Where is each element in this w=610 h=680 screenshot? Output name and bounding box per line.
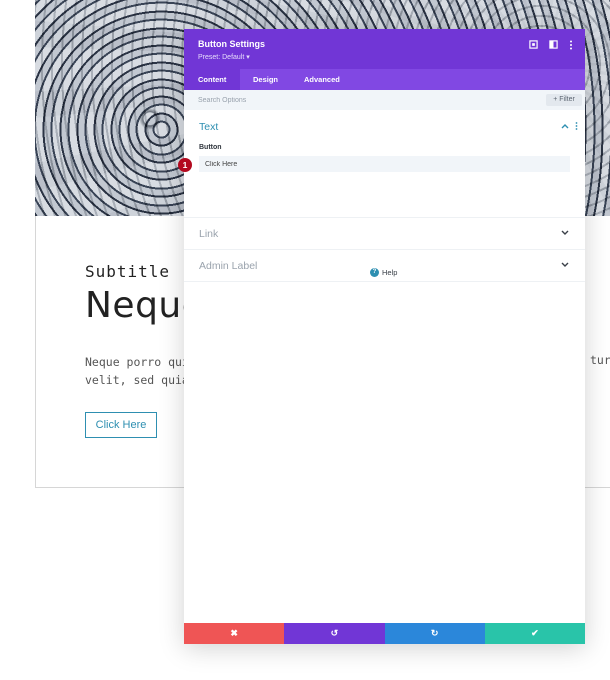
modal-footer: ✖ ↺ ↻ ✔ (184, 623, 585, 644)
chevron-down-icon[interactable] (561, 260, 569, 270)
page-subtitle: Subtitle (85, 262, 171, 281)
link-section-label: Link (199, 228, 219, 240)
body-text-tail: tur, (590, 353, 610, 367)
section-more-icon[interactable] (575, 122, 578, 132)
preset-selector[interactable]: Preset: Default ▾ (198, 53, 250, 61)
link-section[interactable]: Link (184, 218, 585, 250)
chevron-down-icon[interactable] (561, 228, 569, 238)
step-badge: 1 (178, 158, 192, 172)
button-text-input[interactable] (199, 156, 570, 172)
redo-button[interactable]: ↻ (384, 623, 485, 644)
page-cta-button[interactable]: Click Here (85, 412, 157, 438)
help-icon: ? (370, 268, 379, 277)
help-link[interactable]: ? Help (370, 268, 397, 277)
admin-label-section[interactable]: Admin Label (184, 250, 585, 282)
admin-label-section-label: Admin Label (199, 260, 258, 272)
button-settings-modal: Button Settings Preset: Default ▾ Conten… (178, 29, 585, 644)
tab-content[interactable]: Content (184, 69, 241, 90)
search-row: + Filter (184, 90, 585, 110)
filter-button[interactable]: + Filter (546, 94, 582, 106)
search-options-input[interactable] (198, 94, 498, 106)
tab-bar: Content Design Advanced (184, 69, 585, 90)
tab-advanced[interactable]: Advanced (290, 69, 354, 90)
split-view-icon[interactable] (548, 40, 558, 50)
save-button[interactable]: ✔ (484, 623, 585, 644)
body-text-line-2: velit, sed quia (85, 373, 189, 387)
help-label: Help (382, 268, 398, 277)
undo-button[interactable]: ↺ (284, 623, 385, 644)
button-field-label: Button (199, 144, 222, 151)
chevron-up-icon[interactable] (561, 121, 569, 131)
cancel-button[interactable]: ✖ (184, 623, 285, 644)
text-section: Text Button 1 (178, 110, 585, 218)
text-section-toggle[interactable]: Text (199, 121, 218, 133)
expand-icon[interactable] (528, 40, 538, 50)
tab-design[interactable]: Design (239, 69, 292, 90)
body-text-line-1: Neque porro qui (85, 355, 189, 369)
modal-title: Button Settings (198, 39, 265, 49)
more-vertical-icon[interactable] (566, 40, 576, 50)
modal-header[interactable]: Button Settings Preset: Default ▾ (184, 29, 585, 69)
